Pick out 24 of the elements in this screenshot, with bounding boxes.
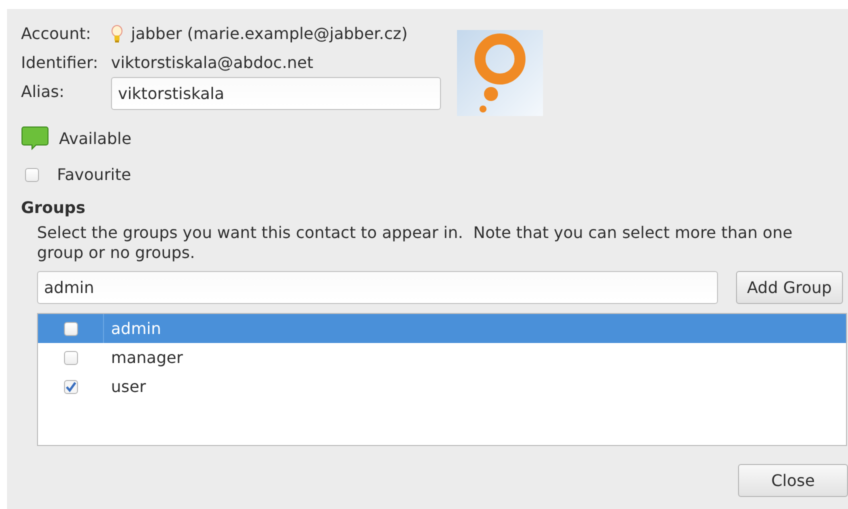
status-label: Available bbox=[59, 128, 132, 148]
close-button[interactable]: Close bbox=[738, 464, 848, 497]
group-row[interactable]: user bbox=[38, 372, 846, 401]
group-checkbox[interactable] bbox=[64, 322, 78, 336]
lightbulb-icon bbox=[111, 24, 123, 42]
group-name: manager bbox=[110, 348, 183, 367]
account-value: jabber (marie.example@jabber.cz) bbox=[131, 24, 408, 43]
add-group-button[interactable]: Add Group bbox=[736, 271, 843, 304]
account-label: Account: bbox=[21, 24, 92, 43]
favourite-checkbox[interactable] bbox=[25, 168, 39, 182]
bubble-avatar-icon bbox=[457, 30, 543, 116]
groups-description: Select the groups you want this contact to appear in. Note that you can select more than one group or no groups. bbox=[37, 223, 794, 263]
group-checkbox[interactable] bbox=[64, 350, 78, 364]
favourite-label: Favourite bbox=[57, 165, 132, 184]
alias-field[interactable]: viktorstiskala bbox=[111, 77, 441, 110]
alias-label: Alias: bbox=[21, 82, 66, 101]
groups-heading: Groups bbox=[21, 198, 86, 217]
identifier-value: viktorstiskala@abdoc.net bbox=[111, 53, 314, 72]
group-checkbox[interactable] bbox=[64, 380, 78, 394]
identifier-label: Identifier: bbox=[21, 53, 100, 72]
group-name-field[interactable]: admin bbox=[37, 271, 718, 304]
group-name: user bbox=[110, 377, 146, 396]
group-row[interactable]: manager bbox=[38, 343, 846, 372]
group-name: admin bbox=[110, 319, 162, 338]
